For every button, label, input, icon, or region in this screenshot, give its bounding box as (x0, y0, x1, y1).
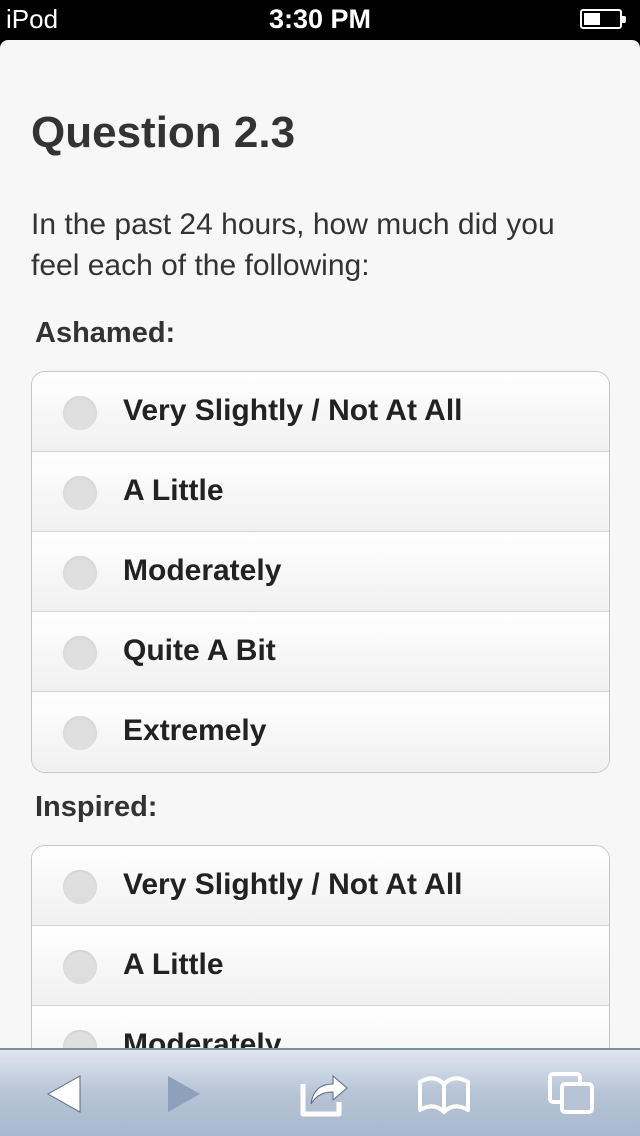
status-bar: iPod 3:30 PM (0, 0, 640, 40)
back-arrow-icon[interactable] (36, 1068, 92, 1120)
radio-option[interactable]: A Little (32, 452, 609, 532)
bookmarks-icon[interactable] (416, 1068, 472, 1120)
option-label: Moderately (123, 1028, 282, 1048)
radio-button[interactable] (63, 476, 97, 510)
radio-option[interactable]: Very Slightly / Not At All (32, 846, 609, 926)
radio-group-inspired: Very Slightly / Not At All A Little Mode… (31, 845, 610, 1048)
radio-button[interactable] (63, 636, 97, 670)
radio-button[interactable] (63, 716, 97, 750)
radio-button[interactable] (63, 870, 97, 904)
radio-button[interactable] (63, 556, 97, 590)
radio-button[interactable] (63, 1030, 97, 1048)
share-icon[interactable] (295, 1068, 351, 1120)
option-label: Moderately (123, 554, 282, 587)
clock: 3:30 PM (268, 4, 372, 34)
battery-icon (580, 9, 626, 29)
option-label: A Little (123, 474, 224, 507)
group-label-ashamed: Ashamed: (35, 317, 176, 349)
option-label: Very Slightly / Not At All (123, 394, 463, 427)
option-label: Very Slightly / Not At All (123, 868, 463, 901)
page-title: Question 2.3 (31, 108, 296, 157)
radio-option[interactable]: Quite A Bit (32, 612, 609, 692)
option-label: A Little (123, 948, 224, 981)
radio-option[interactable]: Moderately (32, 1006, 609, 1048)
radio-button[interactable] (63, 950, 97, 984)
radio-option[interactable]: Very Slightly / Not At All (32, 372, 609, 452)
option-label: Extremely (123, 714, 267, 747)
browser-toolbar (0, 1048, 640, 1136)
radio-option[interactable]: A Little (32, 926, 609, 1006)
tabs-icon[interactable] (544, 1068, 600, 1120)
radio-option[interactable]: Extremely (32, 692, 609, 772)
radio-group-ashamed: Very Slightly / Not At All A Little Mode… (31, 371, 610, 773)
question-prompt: In the past 24 hours, how much did you f… (31, 208, 555, 282)
option-label: Quite A Bit (123, 634, 276, 667)
survey-page[interactable]: Question 2.3 In the past 24 hours, how m… (0, 40, 640, 1048)
forward-arrow-icon (156, 1068, 212, 1120)
radio-option[interactable]: Moderately (32, 532, 609, 612)
radio-button[interactable] (63, 396, 97, 430)
group-label-inspired: Inspired: (35, 791, 158, 823)
